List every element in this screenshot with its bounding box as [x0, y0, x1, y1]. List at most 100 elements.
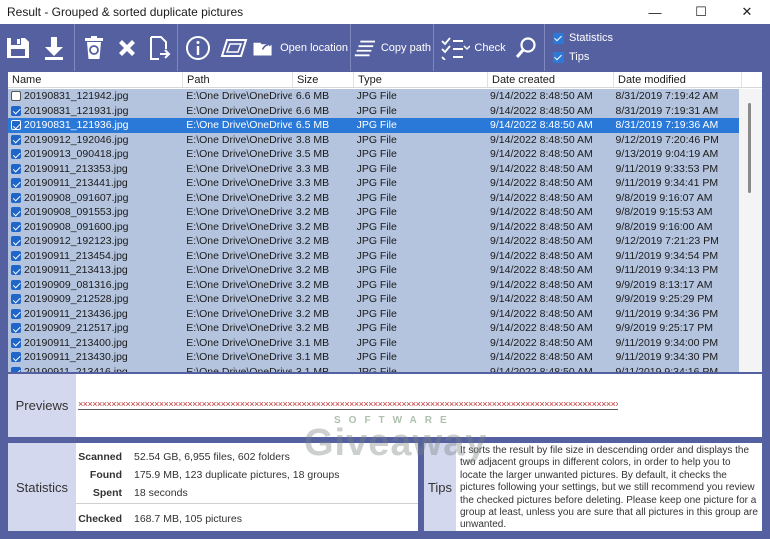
row-checkbox[interactable]	[11, 207, 21, 218]
copy-path-icon	[354, 40, 376, 56]
delete-button[interactable]	[111, 24, 143, 71]
table-cell-type: JPG File	[356, 191, 397, 204]
column-header-date-modified[interactable]: Date modified	[614, 72, 742, 87]
row-checkbox[interactable]	[11, 105, 21, 116]
row-checkbox[interactable]	[11, 265, 21, 276]
vertical-scrollbar[interactable]	[739, 89, 762, 372]
table-cell-created: 9/14/2022 8:48:50 AM	[490, 235, 593, 248]
row-checkbox[interactable]	[11, 236, 21, 247]
preview-button[interactable]	[216, 24, 252, 71]
table-row[interactable]: 20190911_213416.jpg E:\One Drive\OneDrive…	[8, 364, 739, 372]
column-header-name[interactable]: Name	[8, 72, 183, 87]
export-button[interactable]	[36, 24, 72, 71]
table-row[interactable]: 20190911_213430.jpg E:\One Drive\OneDrive…	[8, 350, 739, 365]
info-button[interactable]	[180, 24, 216, 71]
row-checkbox[interactable]	[11, 149, 21, 160]
table-cell-size: 3.1 MB	[295, 336, 330, 349]
table-cell-name: 20190911_213416.jpg	[8, 366, 182, 372]
table-cell-created: 9/14/2022 8:48:50 AM	[490, 162, 593, 175]
file-name: 20190911_213400.jpg	[24, 336, 128, 349]
table-row[interactable]: 20190913_090418.jpg E:\One Drive\OneDrive…	[8, 147, 739, 162]
table-row[interactable]: 20190908_091600.jpg E:\One Drive\OneDrive…	[8, 219, 739, 234]
table-row[interactable]: 20190909_081316.jpg E:\One Drive\OneDrive…	[8, 277, 739, 292]
delete-x-icon	[119, 39, 135, 56]
table-row[interactable]: 20190911_213353.jpg E:\One Drive\OneDrive…	[8, 161, 739, 176]
column-header-size[interactable]: Size	[293, 72, 354, 87]
table-cell-path: E:\One Drive\OneDrive...	[186, 104, 292, 117]
table-row[interactable]: 20190909_212528.jpg E:\One Drive\OneDrive…	[8, 292, 739, 307]
row-checkbox[interactable]	[11, 279, 21, 290]
row-checkbox[interactable]	[11, 120, 21, 131]
row-checkbox[interactable]	[11, 366, 21, 372]
tips-toggle[interactable]: Tips	[553, 51, 613, 63]
row-checkbox[interactable]	[11, 134, 21, 145]
close-window-button[interactable]: ✕	[724, 0, 770, 24]
search-button[interactable]	[510, 24, 542, 71]
tips-checkbox[interactable]	[553, 51, 564, 63]
file-name: 20190831_121942.jpg	[24, 90, 129, 103]
row-checkbox[interactable]	[11, 178, 21, 189]
table-cell-name: 20190911_213436.jpg	[8, 308, 182, 320]
tips-panel: Tips It sorts the result by file size in…	[424, 443, 762, 531]
column-header-path[interactable]: Path	[183, 72, 293, 87]
table-cell-type: JPG File	[356, 235, 397, 248]
check-button[interactable]: Check	[436, 24, 510, 71]
table-cell-created: 9/14/2022 8:48:50 AM	[490, 148, 593, 161]
table-row[interactable]: 20190831_121942.jpg E:\One Drive\OneDrive…	[8, 89, 739, 104]
toolbar-separator	[350, 24, 351, 71]
table-row[interactable]: 20190912_192123.jpg E:\One Drive\OneDrive…	[8, 234, 739, 249]
recycle-button[interactable]	[77, 24, 111, 71]
file-name: 20190911_213430.jpg	[24, 351, 128, 364]
table-cell-type: JPG File	[356, 249, 397, 262]
spent-value: 18 seconds	[134, 487, 188, 499]
scrollbar-thumb[interactable]	[748, 103, 751, 193]
statistics-checkbox[interactable]	[553, 32, 564, 44]
table-cell-size: 3.1 MB	[295, 351, 330, 364]
table-cell-type: JPG File	[356, 90, 397, 103]
row-checkbox[interactable]	[11, 294, 21, 305]
table-row[interactable]: 20190911_213454.jpg E:\One Drive\OneDrive…	[8, 248, 739, 263]
minimize-button[interactable]: —	[632, 0, 678, 24]
row-checkbox[interactable]	[11, 352, 21, 363]
table-row[interactable]: 20190911_213441.jpg E:\One Drive\OneDrive…	[8, 176, 739, 191]
maximize-button[interactable]: ☐	[678, 0, 724, 24]
file-name: 20190908_091600.jpg	[24, 220, 129, 233]
row-checkbox[interactable]	[11, 250, 21, 261]
table-cell-path: E:\One Drive\OneDrive...	[186, 322, 292, 335]
table-row[interactable]: 20190912_192046.jpg E:\One Drive\OneDrive…	[8, 132, 739, 147]
open-location-button[interactable]: Open location	[252, 24, 348, 71]
column-header-date-created[interactable]: Date created	[488, 72, 614, 87]
row-checkbox[interactable]	[11, 308, 21, 319]
table-row[interactable]: 20190911_213413.jpg E:\One Drive\OneDrive…	[8, 263, 739, 278]
table-row[interactable]: 20190909_212517.jpg E:\One Drive\OneDrive…	[8, 321, 739, 336]
row-checkbox[interactable]	[11, 163, 21, 174]
table-cell-size: 3.8 MB	[295, 133, 330, 146]
statistics-toggle[interactable]: Statistics	[553, 32, 613, 44]
table-cell-size: 3.5 MB	[295, 148, 330, 161]
save-button[interactable]	[0, 24, 36, 71]
row-checkbox[interactable]	[11, 221, 21, 232]
table-cell-type: JPG File	[356, 264, 397, 277]
table-cell-path: E:\One Drive\OneDrive...	[186, 365, 292, 372]
table-row[interactable]: 20190911_213400.jpg E:\One Drive\OneDrive…	[8, 335, 739, 350]
table-cell-size: 3.1 MB	[295, 365, 330, 372]
table-row[interactable]: 20190831_121931.jpg E:\One Drive\OneDrive…	[8, 103, 739, 118]
table-cell-modified: 9/12/2019 7:20:46 PM	[615, 133, 719, 146]
table-row[interactable]: 20190831_121936.jpg E:\One Drive\OneDrive…	[8, 118, 739, 133]
table-cell-size: 3.2 MB	[295, 264, 330, 277]
row-checkbox[interactable]	[11, 192, 21, 203]
row-checkbox[interactable]	[11, 337, 21, 348]
file-name: 20190908_091607.jpg	[24, 191, 129, 204]
copy-path-button[interactable]: Copy path	[353, 24, 431, 71]
table-cell-name: 20190908_091553.jpg	[8, 206, 182, 218]
table-row[interactable]: 20190908_091607.jpg E:\One Drive\OneDrive…	[8, 190, 739, 205]
row-checkbox[interactable]	[11, 91, 21, 102]
table-cell-modified: 9/9/2019 8:13:17 AM	[615, 278, 713, 291]
column-header-type[interactable]: Type	[354, 72, 488, 87]
move-button[interactable]	[143, 24, 175, 71]
table-cell-size: 3.2 MB	[295, 191, 330, 204]
table-row[interactable]: 20190908_091553.jpg E:\One Drive\OneDrive…	[8, 205, 739, 220]
preview-divider	[78, 409, 618, 410]
table-row[interactable]: 20190911_213436.jpg E:\One Drive\OneDrive…	[8, 306, 739, 321]
row-checkbox[interactable]	[11, 323, 21, 334]
